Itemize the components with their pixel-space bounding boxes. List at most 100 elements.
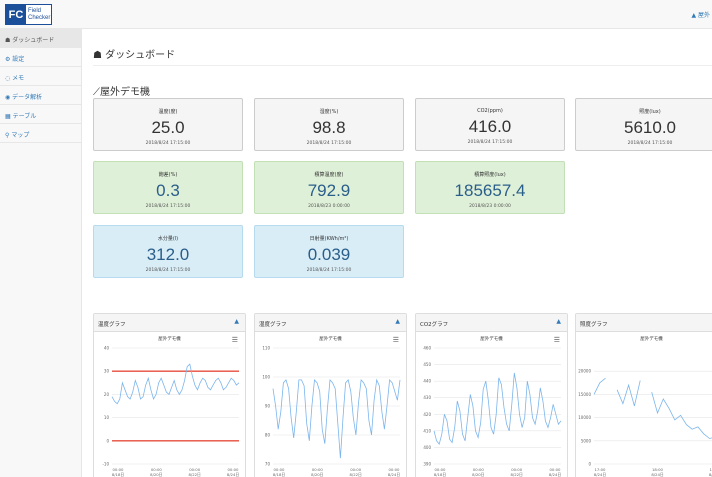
sensor-tile: 湿度(%) 98.8 2018/8/24 17:15:00 — [254, 98, 404, 151]
chart-panel: 温度グラフ ▲ -10 0 10 20 30 40 00:00 8/18日 00:00 8/20日 00… — [93, 313, 246, 477]
line-chart-icon: ⟋ — [93, 87, 100, 98]
x-tick-label: 00:00 8/22日 — [511, 467, 524, 477]
y-tick-label: 5000 — [581, 438, 592, 443]
hamburger-menu-icon[interactable]: ☰ — [554, 337, 560, 344]
tile-timestamp: 2018/8/24 17:15:00 — [306, 268, 352, 273]
logo-line1: Field — [28, 7, 42, 14]
x-tick-label: 00:00 8/18日 — [434, 467, 447, 477]
sidebar-item-analysis[interactable]: ◉ データ解析 — [0, 86, 81, 105]
sidebar-item-memo[interactable]: ◌ メモ — [0, 67, 81, 86]
y-tick-label: 450 — [423, 362, 431, 367]
x-tick-label: 00:00 8/24日 — [388, 467, 401, 477]
device-name: 屋外デモ機 — [100, 87, 150, 98]
y-tick-label: 15000 — [578, 392, 591, 397]
tile-label: 日射量(KWh/m²) — [309, 236, 349, 242]
tile-label: 積算温度(度) — [314, 172, 344, 178]
y-tick-label: 400 — [423, 445, 431, 450]
sensor-tile: 積算温度(度) 792.9 2018/8/23 0:00:00 — [254, 161, 404, 214]
sidebar-item-table[interactable]: ▦ テーブル — [0, 105, 81, 124]
line-chart: 70 80 90 100 110 00:00 8/18日 00:00 8/20日 00:00 8/2… — [262, 346, 401, 477]
sidebar-item-label: メモ — [12, 75, 25, 82]
sidebar-item-label: テーブル — [12, 113, 37, 120]
x-tick-label: 00:00 8/22日 — [350, 467, 363, 477]
y-tick-label: 70 — [265, 462, 271, 467]
sidebar-item-settings[interactable]: ⚙ 設定 — [0, 48, 81, 67]
hamburger-menu-icon[interactable]: ☰ — [393, 337, 399, 344]
app-logo[interactable]: FC Field Checker — [5, 4, 52, 25]
sidebar-item-map[interactable]: ⚲ マップ — [0, 124, 81, 143]
y-tick-label: 420 — [423, 412, 431, 417]
sensor-tile: CO2(ppm) 416.0 2018/8/24 17:15:00 — [415, 98, 565, 151]
series-line[interactable] — [433, 372, 562, 445]
tile-value: 416.0 — [468, 117, 512, 136]
user-icon[interactable]: ▲ — [395, 318, 400, 325]
tile-timestamp: 2018/8/24 17:15:00 — [145, 268, 191, 273]
x-tick-label: 00:00 8/18日 — [273, 467, 286, 477]
panel-header: 温度グラフ ▲ — [94, 314, 245, 332]
x-tick-label: 00:00 8/20日 — [472, 467, 485, 477]
tile-label: CO2(ppm) — [477, 108, 503, 114]
y-tick-label: 80 — [265, 433, 271, 438]
chart-title: 屋外デモ機 — [158, 337, 181, 342]
hamburger-menu-icon[interactable]: ☰ — [232, 337, 238, 344]
y-tick-label: 0 — [106, 438, 109, 443]
page-title-text: ダッシュボード — [105, 50, 176, 61]
tile-timestamp: 2018/8/24 17:15:00 — [627, 141, 673, 146]
line-chart: 0 5000 10000 15000 20000 17:00 8/24日 18:00 8/24日… — [578, 369, 712, 477]
panel-header: 湿度グラフ ▲ — [255, 314, 406, 332]
chart-panel: 照度グラフ▲ 0 5000 10000 15000 20000 17:008/24日 18:0… — [575, 313, 712, 477]
sensor-tile: 飽差(%) 0.3 2018/8/24 17:15:00 — [93, 161, 243, 214]
y-tick-label: 40 — [104, 346, 110, 351]
sidebar-item-dashboard[interactable]: ☗ ダッシュボード — [0, 29, 81, 48]
sensor-tile: 積算照度(lux) 185657.4 2018/8/23 0:00:00 — [415, 161, 565, 214]
panel-header: CO2グラフ ▲ — [416, 314, 567, 332]
x-tick-label: 17:008/24日 — [594, 467, 607, 477]
y-tick-label: 410 — [423, 428, 431, 433]
tile-label: 照度(lux) — [639, 109, 661, 115]
logo-abbr: FC — [6, 5, 26, 24]
y-tick-label: 440 — [423, 379, 431, 384]
y-tick-label: 30 — [104, 369, 110, 374]
y-tick-label: 20000 — [578, 369, 591, 374]
panel-title: 照度グラフ — [580, 322, 608, 328]
x-tick-label: 00:00 8/24日 — [549, 467, 562, 477]
tile-label: 飽差(%) — [158, 172, 178, 178]
sidebar-item-label: ダッシュボード — [12, 37, 55, 44]
series-line[interactable] — [272, 378, 401, 459]
sidebar-item-label: マップ — [11, 132, 30, 139]
tile-timestamp: 2018/8/24 17:15:00 — [145, 141, 191, 146]
series-line[interactable] — [111, 363, 240, 405]
y-tick-label: 0 — [588, 462, 591, 467]
top-navbar: FC Field Checker ▲ 屋外 — [0, 0, 712, 29]
tile-value: 312.0 — [146, 245, 190, 264]
x-tick-label: 00:00 8/24日 — [227, 467, 240, 477]
y-tick-label: 460 — [423, 346, 431, 351]
y-tick-label: 90 — [265, 404, 271, 409]
chart-title: 屋外デモ機 — [480, 337, 503, 342]
logo-text: Field Checker — [26, 8, 50, 22]
sensor-tile: 日射量(KWh/m²) 0.039 2018/8/24 17:15:00 — [254, 225, 404, 278]
dashboard-icon: ☗ — [93, 50, 106, 61]
user-icon[interactable]: ▲ — [556, 318, 561, 325]
series-line[interactable] — [593, 377, 712, 439]
user-icon[interactable]: ▲ — [234, 318, 239, 325]
user-menu[interactable]: ▲ 屋外 — [691, 10, 710, 19]
chart-title: 屋外デモ機 — [640, 337, 663, 342]
y-tick-label: 110 — [262, 346, 270, 351]
main-content: ☗ ダッシュボード ⟋屋外デモ機 温度(度) 25.0 2018/8/24 17:1… — [83, 29, 712, 477]
sidebar-item-label: データ解析 — [12, 94, 43, 101]
x-tick-label: 00:00 8/20日 — [311, 467, 324, 477]
x-tick-label: 00:00 8/22日 — [189, 467, 202, 477]
tile-timestamp: 2018/8/24 17:15:00 — [145, 204, 191, 209]
tile-value: 0.3 — [156, 181, 180, 200]
tile-value: 0.039 — [307, 245, 351, 264]
y-tick-label: 390 — [423, 462, 431, 467]
logo-line2: Checker — [28, 14, 51, 21]
y-tick-label: 10000 — [578, 415, 591, 420]
sidebar-item-label: 設定 — [12, 56, 25, 63]
panel-title: 温度グラフ — [98, 322, 126, 328]
y-tick-label: -10 — [102, 462, 109, 467]
line-chart: -10 0 10 20 30 40 00:00 8/18日 00:00 8/20日 00:00 8/2… — [102, 346, 240, 477]
panel-header: 照度グラフ▲ — [576, 314, 712, 332]
table-icon: ▦ — [5, 113, 13, 120]
